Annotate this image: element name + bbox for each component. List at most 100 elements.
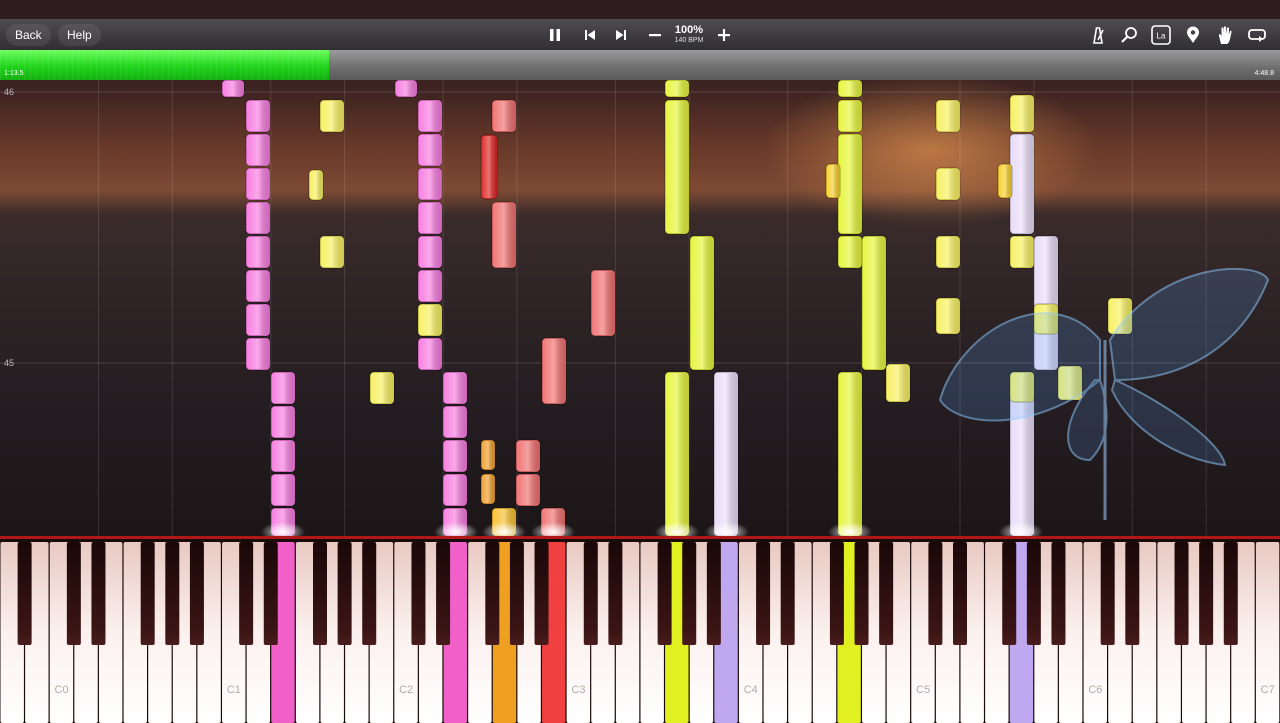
falling-note [515, 473, 541, 507]
black-key [1174, 542, 1189, 645]
back-button[interactable]: Back [6, 24, 51, 46]
black-key [263, 542, 278, 645]
previous-icon[interactable] [578, 23, 602, 47]
falling-note [885, 363, 911, 403]
octave-label: C2 [399, 684, 413, 696]
octave-label: C1 [227, 684, 241, 696]
black-key [1223, 542, 1238, 645]
falling-note [480, 134, 498, 200]
key-glow [261, 522, 305, 536]
key-glow [999, 522, 1043, 536]
falling-note [713, 371, 739, 536]
progress-fill [0, 50, 329, 80]
falling-note [442, 405, 468, 439]
zoom-percent: 100% [674, 24, 704, 36]
falling-note [837, 133, 863, 235]
octave-label: C5 [916, 684, 930, 696]
total-time: 4:48.8 [1254, 70, 1274, 77]
falling-note [319, 99, 345, 133]
search-icon[interactable] [1117, 23, 1141, 47]
hand-icon[interactable] [1213, 23, 1237, 47]
falling-note [221, 80, 245, 98]
next-icon[interactable] [609, 23, 633, 47]
falling-note [837, 235, 863, 269]
falling-note [417, 269, 443, 303]
falling-note [935, 297, 961, 335]
black-key [780, 542, 795, 645]
note-roll: 46 45 [0, 80, 1280, 536]
falling-note [837, 371, 863, 536]
falling-note [245, 269, 271, 303]
black-key [485, 542, 500, 645]
falling-note [825, 163, 841, 199]
black-key [682, 542, 697, 645]
zoom-readout: 100% 140 BPM [672, 24, 706, 45]
black-key [706, 542, 721, 645]
falling-note [369, 371, 395, 405]
black-key [411, 542, 426, 645]
octave-label: C3 [571, 684, 585, 696]
octave-label: C6 [1088, 684, 1102, 696]
black-key [313, 542, 327, 645]
elapsed-time: 1:13.5 [4, 70, 24, 77]
black-key [165, 542, 180, 645]
key-glow [434, 522, 478, 536]
location-pin-icon[interactable] [1181, 23, 1205, 47]
falling-note [480, 473, 496, 505]
black-key [657, 542, 672, 645]
falling-note [245, 303, 271, 337]
help-button[interactable]: Help [58, 24, 101, 46]
label-icon-text: La [1157, 32, 1166, 41]
falling-note [997, 163, 1013, 199]
black-key [583, 542, 598, 645]
falling-note [245, 235, 271, 269]
falling-note [1009, 235, 1035, 269]
falling-note [689, 235, 715, 371]
black-key [854, 542, 869, 645]
black-key [1051, 542, 1066, 645]
falling-note [861, 235, 887, 371]
falling-note [442, 371, 468, 405]
falling-note [442, 473, 468, 507]
key-glow [482, 522, 526, 536]
falling-note [935, 167, 961, 201]
black-key [756, 542, 771, 645]
falling-note [541, 337, 567, 405]
black-key [879, 542, 894, 645]
black-key [1002, 542, 1017, 645]
falling-note [394, 80, 418, 98]
piano-keys: C0 C1 C2 C3 C4 C5 C6 C7 [0, 542, 1280, 723]
metronome-icon[interactable] [1086, 23, 1110, 47]
falling-note [442, 439, 468, 473]
black-key [91, 542, 106, 645]
falling-note [590, 269, 616, 337]
label-icon[interactable]: La [1149, 23, 1173, 47]
plus-icon[interactable] [712, 23, 736, 47]
loop-icon[interactable] [1245, 23, 1269, 47]
falling-note [417, 235, 443, 269]
black-key [1026, 542, 1041, 645]
falling-note [319, 235, 345, 269]
falling-note [417, 201, 443, 235]
falling-note [1009, 133, 1035, 235]
black-key [953, 542, 967, 645]
falling-note [270, 405, 296, 439]
falling-note [245, 337, 271, 371]
butterfly-decoration [938, 267, 1270, 520]
falling-note [837, 80, 863, 98]
falling-note [1009, 94, 1035, 133]
pause-icon[interactable] [543, 23, 567, 47]
key-glow [655, 522, 699, 536]
falling-note [245, 167, 271, 201]
key-glow [705, 522, 749, 536]
piano-keyboard: C0 C1 C2 C3 C4 C5 C6 C7 [0, 536, 1280, 723]
falling-note [664, 371, 690, 536]
black-key [337, 542, 352, 645]
tempo-label: 140 BPM [674, 37, 704, 44]
minus-icon[interactable] [643, 23, 667, 47]
falling-note [270, 371, 296, 405]
falling-note [837, 99, 863, 133]
key-glow [828, 522, 872, 536]
falling-note [935, 99, 961, 133]
progress-bar[interactable] [0, 50, 1280, 80]
